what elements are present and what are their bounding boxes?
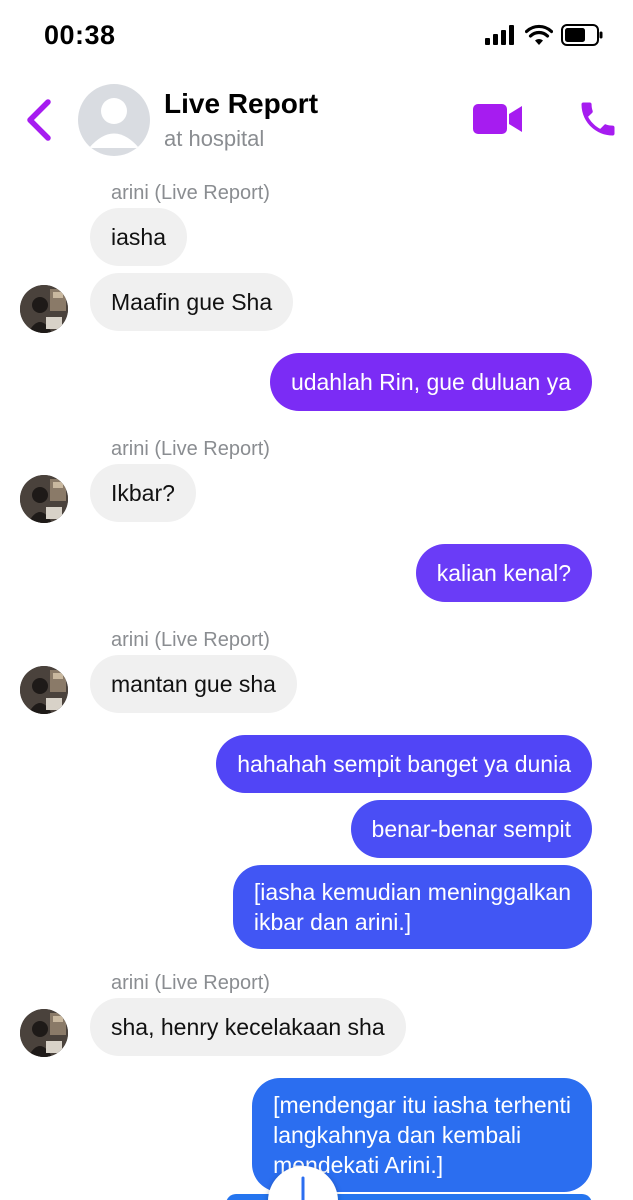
phone-icon — [581, 102, 615, 136]
back-button[interactable] — [22, 96, 58, 144]
outgoing-message[interactable]: [iasha kemudian meninggalkan ikbar dan a… — [232, 865, 592, 949]
profile-photo-icon — [20, 1009, 68, 1057]
status-time: 00:38 — [44, 20, 116, 50]
outgoing-message[interactable]: hahahah sempit banget ya dunia — [216, 735, 592, 793]
sender-name: arini (Live Report) — [111, 438, 270, 460]
incoming-message[interactable]: Ikbar? — [90, 464, 196, 522]
sender-name: arini (Live Report) — [111, 182, 270, 204]
outgoing-message[interactable]: benar-benar sempit — [350, 800, 592, 858]
message-line: ikbar dan arini.] — [253, 909, 412, 935]
message-line: langkahnya dan kembali — [273, 1122, 522, 1148]
conversation-header: Live Report at hospital — [0, 80, 633, 162]
status-bar: 00:38 — [0, 0, 633, 72]
profile-photo-icon — [20, 666, 68, 714]
outgoing-message[interactable]: udahlah Rin, gue duluan ya — [269, 353, 592, 411]
status-icons — [485, 24, 603, 46]
message-line: [iasha kemudian meninggalkan — [253, 879, 571, 905]
contact-avatar[interactable] — [78, 84, 150, 156]
scroll-to-bottom-button[interactable] — [268, 1166, 338, 1200]
default-person-icon — [89, 98, 139, 148]
sender-name: arini (Live Report) — [111, 629, 270, 651]
video-camera-icon — [473, 104, 522, 134]
sender-avatar[interactable] — [20, 1009, 68, 1057]
voice-call-button[interactable] — [576, 96, 620, 142]
sender-avatar[interactable] — [20, 475, 68, 523]
cellular-signal-icon — [485, 25, 514, 45]
chevron-left-icon — [27, 99, 51, 141]
outgoing-message[interactable]: kalian kenal? — [415, 544, 592, 602]
sender-name: arini (Live Report) — [111, 972, 270, 994]
battery-icon — [561, 24, 603, 46]
incoming-message[interactable]: iasha — [90, 208, 187, 266]
conversation-subtitle: at hospital — [164, 126, 265, 151]
conversation-title[interactable]: Live Report — [164, 88, 318, 120]
arrow-down-icon — [301, 1176, 305, 1200]
incoming-message[interactable]: sha, henry kecelakaan sha — [90, 998, 406, 1056]
message-line: [mendengar itu iasha terhenti — [273, 1092, 571, 1118]
profile-photo-icon — [20, 475, 68, 523]
incoming-message[interactable]: Maafin gue Sha — [90, 273, 294, 331]
incoming-message[interactable]: mantan gue sha — [90, 655, 297, 713]
profile-photo-icon — [20, 285, 68, 333]
video-call-button[interactable] — [472, 100, 524, 138]
sender-avatar[interactable] — [20, 285, 68, 333]
wifi-icon — [525, 24, 553, 45]
sender-avatar[interactable] — [20, 666, 68, 714]
